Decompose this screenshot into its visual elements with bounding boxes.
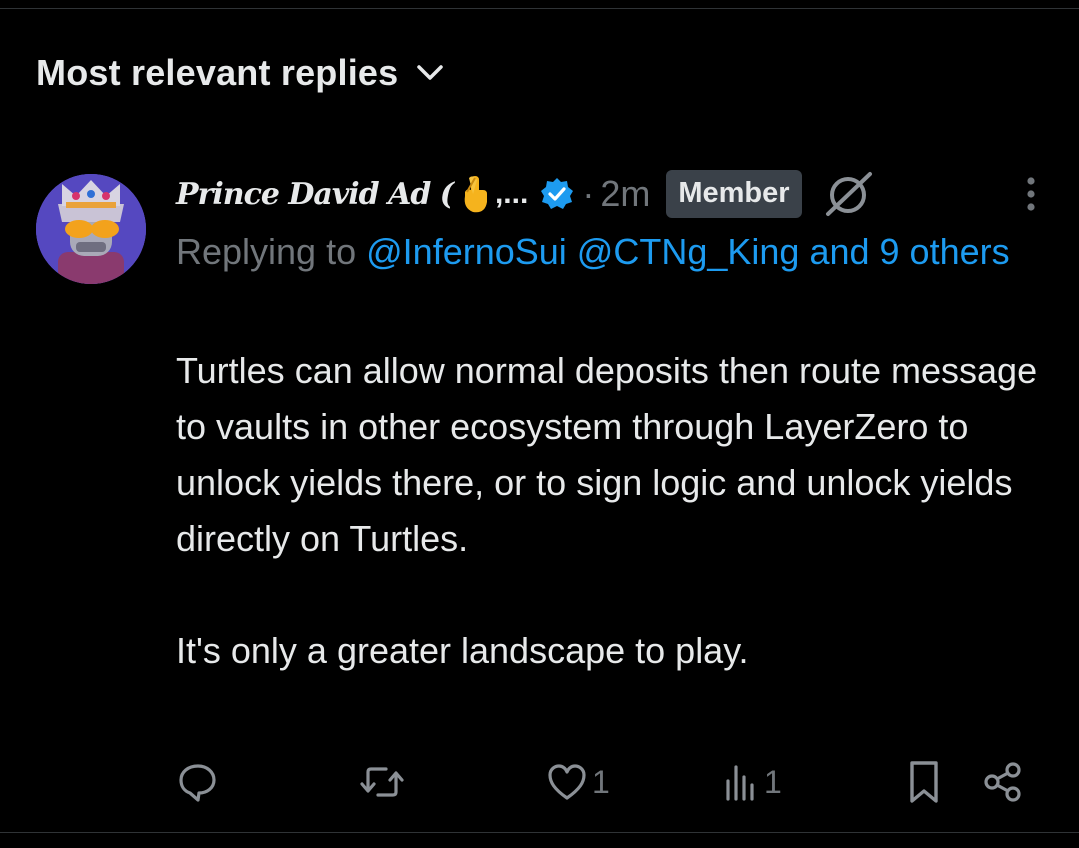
author-name[interactable]: Prince David Ad ( — [176, 177, 454, 212]
views-count: 1 — [764, 763, 782, 800]
chevron-down-icon — [416, 63, 444, 83]
sort-label: Most relevant replies — [36, 52, 399, 93]
replying-to-line: Replying to @InfernoSui @CTNg_King and 9… — [176, 224, 1036, 280]
crossed-fingers-emoji-icon — [457, 174, 491, 214]
reply-paragraph: It's only a greater landscape to play. — [176, 630, 749, 671]
replying-to-prefix: Replying to — [176, 231, 357, 272]
verified-badge-icon — [540, 177, 574, 211]
more-options-icon[interactable] — [1026, 176, 1036, 212]
action-bar: 1 1 — [176, 756, 1036, 808]
like-button[interactable]: 1 — [546, 756, 610, 808]
grok-icon[interactable] — [824, 170, 874, 218]
repost-button[interactable] — [358, 756, 410, 808]
views-button[interactable]: 1 — [722, 756, 782, 808]
bookmark-button[interactable] — [906, 756, 942, 808]
reply-header: Prince David Ad ( ,... · 2m Member — [176, 166, 1056, 222]
avatar[interactable] — [36, 174, 146, 284]
reply-text: Turtles can allow normal deposits then r… — [176, 343, 1046, 679]
sort-replies-dropdown[interactable]: Most relevant replies — [36, 52, 444, 94]
others-link[interactable]: and 9 others — [809, 231, 1009, 272]
top-divider — [0, 8, 1079, 9]
heart-icon — [546, 762, 588, 802]
mention-link[interactable]: @InfernoSui — [366, 231, 567, 272]
views-chart-icon — [722, 761, 760, 803]
share-button[interactable] — [982, 756, 1024, 808]
separator-dot: · — [582, 173, 595, 214]
reply-icon — [176, 760, 220, 804]
reply-button[interactable] — [176, 756, 224, 808]
bottom-divider — [0, 832, 1079, 833]
share-icon — [982, 761, 1024, 803]
bookmark-icon — [906, 759, 942, 805]
timestamp[interactable]: 2m — [600, 173, 650, 215]
repost-icon — [358, 760, 406, 804]
mention-link[interactable]: @CTNg_King — [577, 231, 800, 272]
author-name-ellipsis: ,... — [494, 177, 529, 210]
like-count: 1 — [592, 763, 610, 800]
reply-paragraph: Turtles can allow normal deposits then r… — [176, 350, 1038, 559]
member-badge[interactable]: Member — [666, 170, 802, 218]
